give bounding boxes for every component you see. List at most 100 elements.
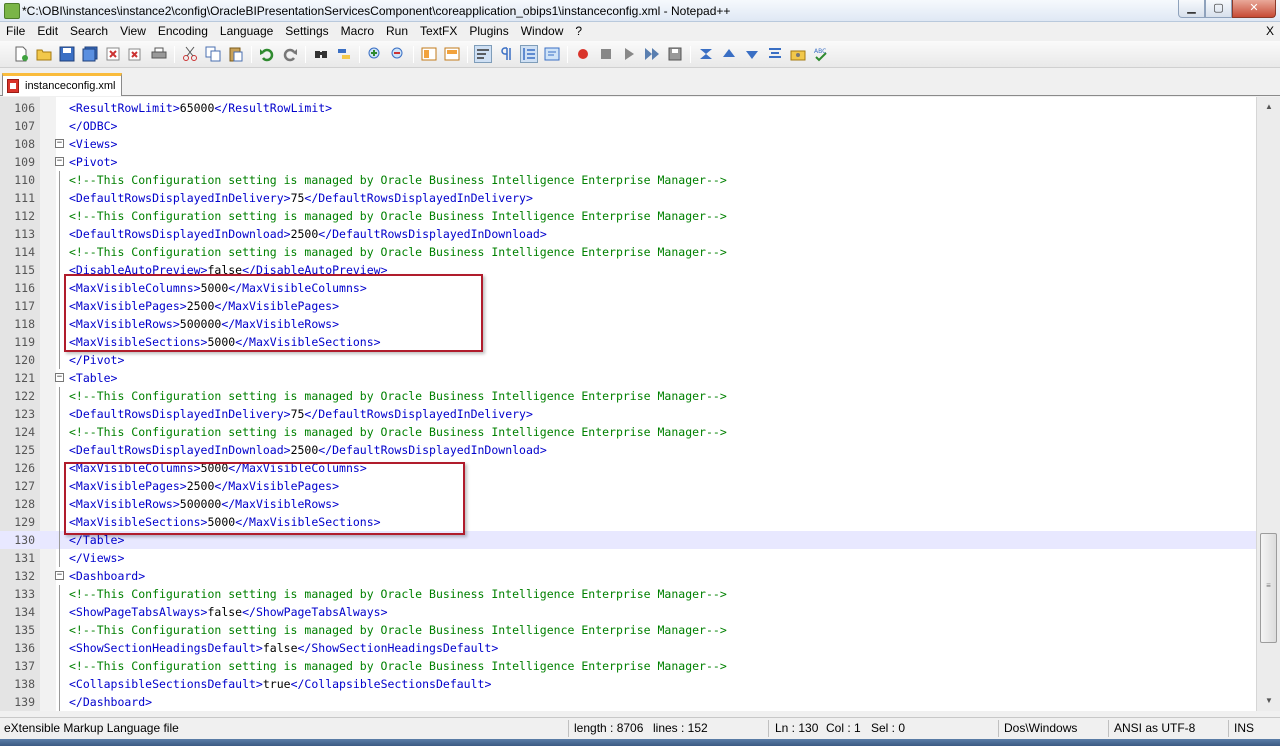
code-line[interactable]: 138 <CollapsibleSectionsDefault>true</Col… [0,675,1256,693]
editor-pane[interactable]: 106 <ResultRowLimit>65000</ResultRowLimit… [0,97,1280,711]
menu-file[interactable]: File [0,22,31,41]
menu-textfx[interactable]: TextFX [414,22,463,41]
code-line[interactable]: 122 <!--This Configuration setting is man… [0,387,1256,405]
line-number: 115 [14,263,35,277]
code-line[interactable]: 131 </Views> [0,549,1256,567]
code-line[interactable]: 116 <MaxVisibleColumns>5000</MaxVisibleCo… [0,279,1256,297]
code-line[interactable]: 112 <!--This Configuration setting is man… [0,207,1256,225]
code-line[interactable]: 111 <DefaultRowsDisplayedInDelivery>75</D… [0,189,1256,207]
spell-check-icon[interactable]: ABC [812,45,830,63]
play-macro-icon[interactable] [620,45,638,63]
textfx-tools-icon[interactable] [789,45,807,63]
code-line[interactable]: 113 <DefaultRowsDisplayedInDownload>2500<… [0,225,1256,243]
menu-settings[interactable]: Settings [279,22,334,41]
code-line[interactable]: 134 <ShowPageTabsAlways>false</ShowPageTa… [0,603,1256,621]
vertical-scrollbar[interactable]: ▲ ≡ ▼ [1256,97,1280,711]
code-line[interactable]: 126 <MaxVisibleColumns>5000</MaxVisibleCo… [0,459,1256,477]
code-lines[interactable]: 106 <ResultRowLimit>65000</ResultRowLimit… [0,99,1256,711]
code-line[interactable]: 120 </Pivot> [0,351,1256,369]
code-line[interactable]: 135 <!--This Configuration setting is man… [0,621,1256,639]
close-file-icon[interactable] [104,45,122,63]
print-icon[interactable] [150,45,168,63]
cut-icon[interactable] [181,45,199,63]
paste-icon[interactable] [227,45,245,63]
minimize-button[interactable]: ▁ [1178,0,1205,18]
show-all-characters-icon[interactable] [497,45,515,63]
code-line[interactable]: 107 </ODBC> [0,117,1256,135]
undo-icon[interactable] [258,45,276,63]
code-line[interactable]: 106 <ResultRowLimit>65000</ResultRowLimit… [0,99,1256,117]
code-line[interactable]: 129 <MaxVisibleSections>5000</MaxVisibleS… [0,513,1256,531]
fold-line [59,693,60,711]
textfx-align-icon[interactable] [766,45,784,63]
code-line[interactable]: 130 </Table> [0,531,1256,549]
new-file-icon[interactable] [12,45,30,63]
code-line[interactable]: 110 <!--This Configuration setting is man… [0,171,1256,189]
redo-icon[interactable] [281,45,299,63]
close-all-icon[interactable] [127,45,145,63]
save-all-icon[interactable] [81,45,99,63]
menu-language[interactable]: Language [214,22,279,41]
move-up-icon[interactable] [720,45,738,63]
code-line[interactable]: 132 − <Dashboard> [0,567,1256,585]
code-line[interactable]: 137 <!--This Configuration setting is man… [0,657,1256,675]
run-macro-multiple-icon[interactable] [643,45,661,63]
code-line[interactable]: 139 </Dashboard> [0,693,1256,711]
scroll-down-arrow-icon[interactable]: ▼ [1261,693,1277,709]
sync-horizontal-icon[interactable] [443,45,461,63]
menu-window[interactable]: Window [515,22,570,41]
menu-macro[interactable]: Macro [335,22,380,41]
code-line[interactable]: 124 <!--This Configuration setting is man… [0,423,1256,441]
copy-icon[interactable] [204,45,222,63]
fold-toggle-icon[interactable]: − [55,373,64,382]
code-line[interactable]: 115 <DisableAutoPreview>false</DisableAut… [0,261,1256,279]
close-document-button[interactable]: X [1266,22,1274,41]
stop-macro-icon[interactable] [597,45,615,63]
fold-toggle-icon[interactable]: − [55,157,64,166]
code-line[interactable]: 128 <MaxVisibleRows>500000</MaxVisibleRow… [0,495,1256,513]
open-file-icon[interactable] [35,45,53,63]
maximize-button[interactable]: ▢ [1205,0,1232,18]
code-line[interactable]: 119 <MaxVisibleSections>5000</MaxVisibleS… [0,333,1256,351]
user-defined-dialog-icon[interactable] [543,45,561,63]
code-text: <ShowSectionHeadingsDefault>false</ShowS… [69,639,498,657]
tab-instanceconfig-xml[interactable]: instanceconfig.xml [2,73,122,96]
fold-toggle-icon[interactable]: − [55,139,64,148]
menu-edit[interactable]: Edit [31,22,64,41]
zoom-out-icon[interactable] [389,45,407,63]
textfx-sort-icon[interactable] [697,45,715,63]
code-line[interactable]: 114 <!--This Configuration setting is man… [0,243,1256,261]
save-icon[interactable] [58,45,76,63]
menu-view[interactable]: View [114,22,152,41]
code-text: </Table> [69,531,124,549]
menu-help[interactable]: ? [569,22,588,41]
code-line[interactable]: 121 − <Table> [0,369,1256,387]
zoom-in-icon[interactable] [366,45,384,63]
code-line[interactable]: 123 <DefaultRowsDisplayedInDelivery>75</D… [0,405,1256,423]
code-line[interactable]: 109 − <Pivot> [0,153,1256,171]
find-icon[interactable] [312,45,330,63]
replace-icon[interactable] [335,45,353,63]
close-button[interactable]: ✕ [1232,0,1276,18]
code-line[interactable]: 117 <MaxVisiblePages>2500</MaxVisiblePage… [0,297,1256,315]
menu-plugins[interactable]: Plugins [463,22,514,41]
save-macro-icon[interactable] [666,45,684,63]
code-line[interactable]: 136 <ShowSectionHeadingsDefault>false</Sh… [0,639,1256,657]
sync-vertical-icon[interactable] [420,45,438,63]
scrollbar-thumb[interactable]: ≡ [1260,533,1277,643]
toolbar-separator [305,46,306,63]
code-line[interactable]: 127 <MaxVisiblePages>2500</MaxVisiblePage… [0,477,1256,495]
move-down-icon[interactable] [743,45,761,63]
scroll-up-arrow-icon[interactable]: ▲ [1261,99,1277,115]
fold-toggle-icon[interactable]: − [55,571,64,580]
menu-encoding[interactable]: Encoding [152,22,214,41]
word-wrap-icon[interactable] [474,45,492,63]
menu-search[interactable]: Search [64,22,114,41]
record-macro-icon[interactable] [574,45,592,63]
code-line[interactable]: 133 <!--This Configuration setting is man… [0,585,1256,603]
menu-run[interactable]: Run [380,22,414,41]
code-line[interactable]: 108 − <Views> [0,135,1256,153]
code-line[interactable]: 118 <MaxVisibleRows>500000</MaxVisibleRow… [0,315,1256,333]
code-line[interactable]: 125 <DefaultRowsDisplayedInDownload>2500<… [0,441,1256,459]
indent-guide-icon[interactable] [520,45,538,63]
